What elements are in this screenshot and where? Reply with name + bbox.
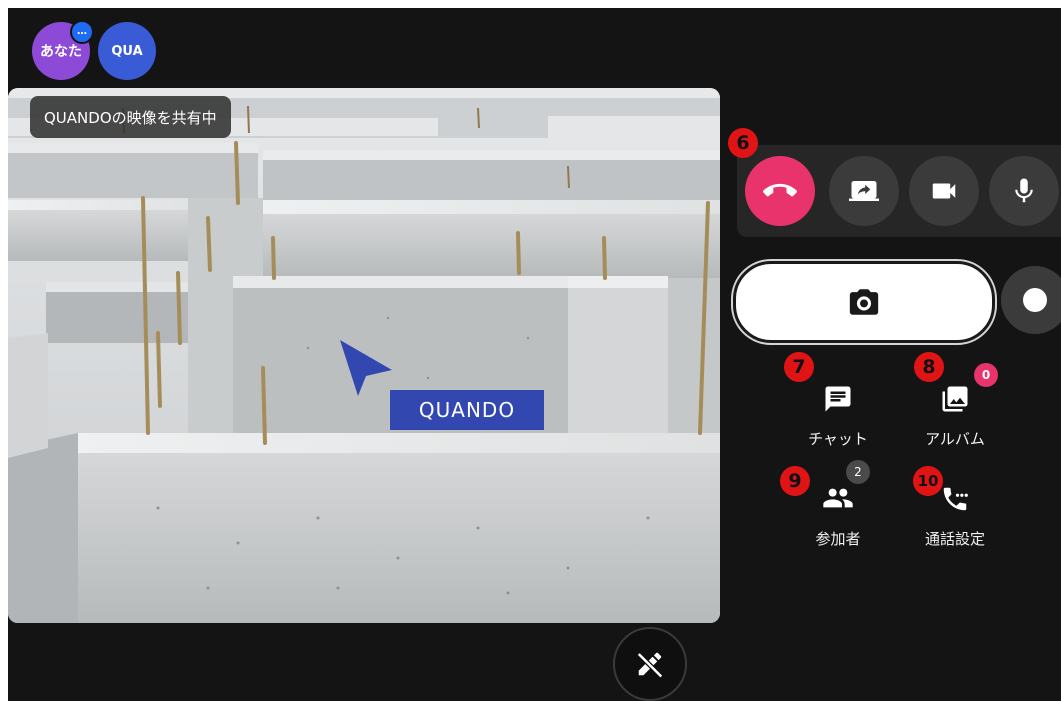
video-call-app: あなた … QUA QUANDOの映像を共有中 QUANDO チャット アルバム… (8, 8, 1061, 701)
record-icon (1023, 288, 1047, 312)
album-button[interactable]: アルバム (895, 370, 1015, 449)
screen-share-icon (849, 181, 879, 201)
call-control-bar (737, 145, 1061, 237)
microphone-icon (1015, 178, 1033, 203)
pen-off-icon (636, 652, 664, 679)
photo-album-icon (942, 386, 968, 412)
phone-hangup-icon (763, 183, 797, 197)
participants-label: 参加者 (815, 530, 861, 548)
record-button[interactable] (1001, 266, 1061, 334)
callout-marker-6: 6 (728, 128, 758, 158)
callout-marker-10: 10 (913, 466, 943, 496)
status-dot-icon: … (70, 20, 94, 44)
pen-toggle-button[interactable] (613, 627, 687, 701)
sharing-status-label: QUANDOの映像を共有中 (30, 96, 231, 138)
phone-settings-icon (943, 487, 968, 511)
chat-label: チャット (808, 430, 868, 448)
screen-share-button[interactable] (829, 156, 899, 226)
avatar-you-label: あなた (40, 44, 82, 60)
avatar-qua[interactable]: QUA (98, 22, 156, 80)
snapshot-button[interactable] (733, 261, 995, 343)
callout-marker-8: 8 (914, 352, 944, 382)
album-label: アルバム (925, 430, 985, 448)
shared-video[interactable]: QUANDOの映像を共有中 QUANDO (8, 88, 720, 623)
avatar-you[interactable]: あなた … (32, 20, 94, 80)
avatar-qua-label: QUA (111, 43, 143, 59)
hangup-button[interactable] (745, 156, 815, 226)
callout-marker-7: 7 (784, 352, 814, 382)
remote-pointer-icon (340, 340, 392, 396)
video-camera-icon (932, 183, 956, 199)
camera-toggle-button[interactable] (909, 156, 979, 226)
participants-count-badge: 2 (846, 460, 870, 484)
microphone-toggle-button[interactable] (989, 156, 1059, 226)
remote-pointer-label: QUANDO (390, 390, 544, 430)
people-icon (823, 488, 853, 508)
callout-marker-9: 9 (780, 466, 810, 496)
chat-icon (825, 386, 851, 412)
camera-icon (849, 289, 879, 315)
call-settings-label: 通話設定 (924, 530, 985, 548)
album-count-badge: 0 (974, 363, 998, 387)
